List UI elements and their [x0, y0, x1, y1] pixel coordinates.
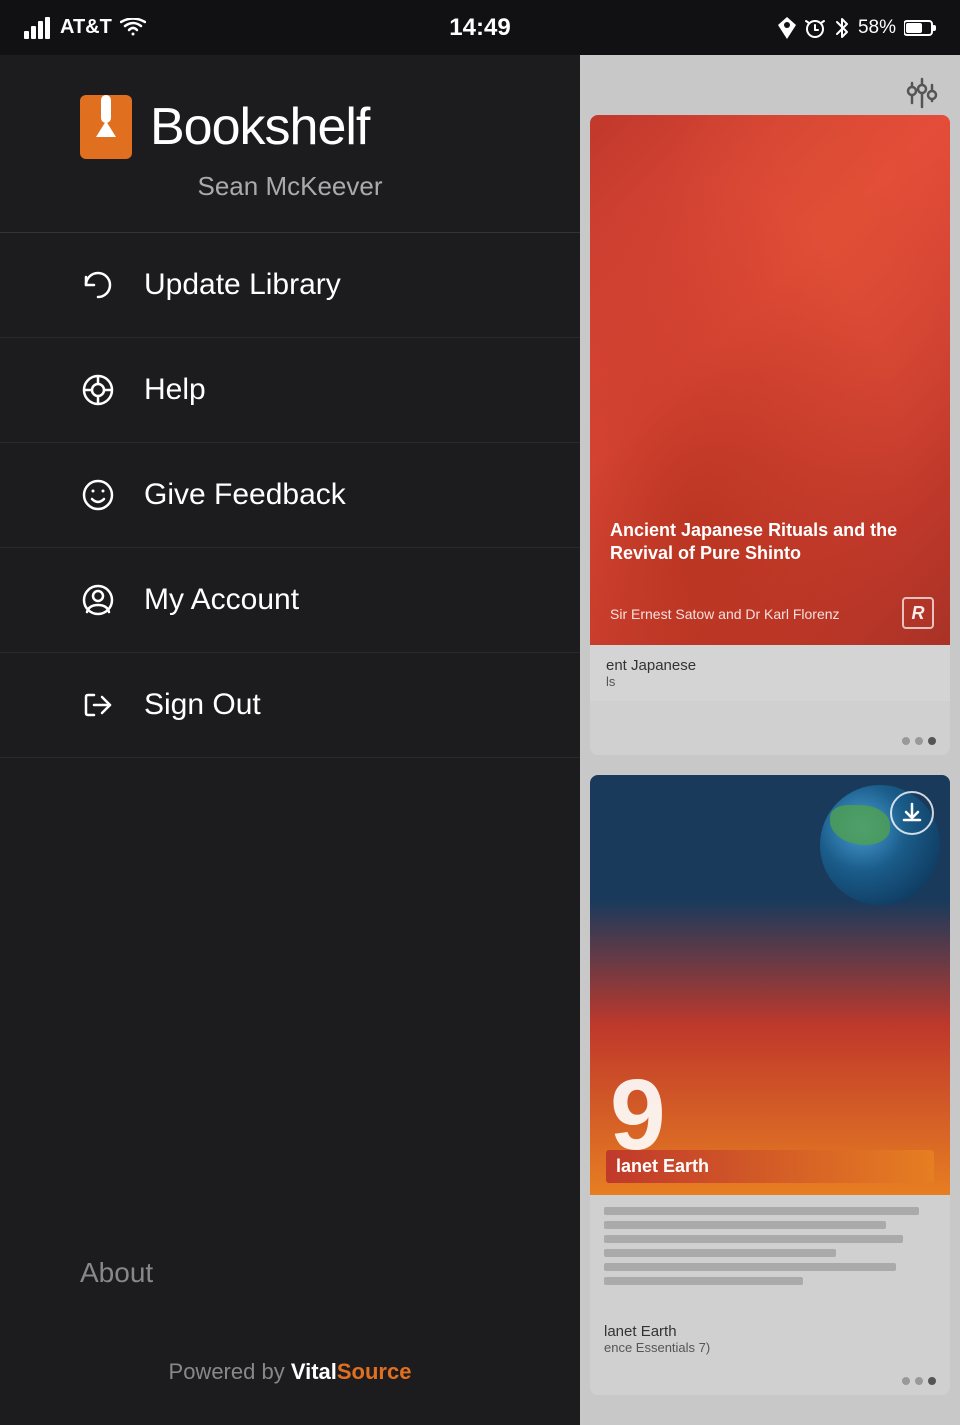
- book1-card-title: ent Japanese: [606, 657, 934, 674]
- book2-bottom-sub: ence Essentials 7): [604, 1340, 710, 1355]
- dot-1: [902, 737, 910, 745]
- content-line-2: [604, 1221, 886, 1229]
- app-title: Bookshelf: [150, 97, 369, 157]
- battery-icon: [904, 19, 936, 37]
- download-icon[interactable]: [890, 791, 934, 835]
- content-line-3: [604, 1235, 903, 1243]
- signal-icon: [24, 17, 52, 39]
- menu-item-help[interactable]: Help: [0, 338, 580, 443]
- update-library-label: Update Library: [144, 268, 341, 302]
- dot-2: [915, 737, 923, 745]
- book1-publisher: R: [902, 597, 934, 629]
- filter-icon[interactable]: [904, 75, 940, 111]
- app-title-row: Bookshelf: [80, 95, 500, 159]
- book1-card-subtitle: ls: [606, 674, 934, 689]
- app-logo: [80, 95, 132, 159]
- time-display: 14:49: [449, 14, 510, 42]
- book2-bottom-title: lanet Earth: [604, 1323, 710, 1340]
- dot2-2: [915, 1377, 923, 1385]
- sign-out-label: Sign Out: [144, 688, 261, 722]
- book2-dots: [902, 1377, 936, 1385]
- powered-by: Powered by VitalSource: [0, 1329, 580, 1425]
- drawer-menu: Bookshelf Sean McKeever Update Library: [0, 55, 580, 1425]
- status-left: AT&T: [24, 16, 146, 39]
- book-card-2[interactable]: 9 lanet Earth lanet Earth ence Essential…: [590, 775, 950, 1395]
- status-right: 58%: [778, 17, 936, 39]
- menu-item-sign-out[interactable]: Sign Out: [0, 653, 580, 758]
- location-icon: [778, 17, 796, 39]
- sign-out-icon: [80, 687, 116, 723]
- book1-title: Ancient Japanese Rituals and the Revival…: [610, 519, 930, 566]
- my-account-label: My Account: [144, 583, 299, 617]
- dot2-3: [928, 1377, 936, 1385]
- bluetooth-icon: [834, 17, 850, 39]
- book-cover-1: Ancient Japanese Rituals and the Revival…: [590, 115, 950, 645]
- app-header: Bookshelf Sean McKeever: [0, 55, 580, 233]
- dot2-1: [902, 1377, 910, 1385]
- earth-land: [830, 805, 890, 845]
- account-icon: [80, 582, 116, 618]
- book2-bottom: lanet Earth ence Essentials 7): [604, 1323, 710, 1355]
- content-line-6: [604, 1277, 803, 1285]
- book1-footer: ent Japanese ls: [590, 645, 950, 701]
- book2-planet-label: lanet Earth: [606, 1150, 934, 1183]
- carrier-label: AT&T: [60, 16, 112, 39]
- main-container: Bookshelf Sean McKeever Update Library: [0, 55, 960, 1425]
- menu-item-my-account[interactable]: My Account: [0, 548, 580, 653]
- content-line-5: [604, 1263, 896, 1271]
- content-line-4: [604, 1249, 836, 1257]
- refresh-icon: [80, 267, 116, 303]
- book-card-1[interactable]: Ancient Japanese Rituals and the Revival…: [590, 115, 950, 755]
- status-bar: AT&T 14:49 58%: [0, 0, 960, 55]
- battery-label: 58%: [858, 17, 896, 39]
- wifi-icon: [120, 18, 146, 38]
- menu-item-update-library[interactable]: Update Library: [0, 233, 580, 338]
- about-label: About: [80, 1257, 153, 1288]
- content-line-1: [604, 1207, 919, 1215]
- menu-item-give-feedback[interactable]: Give Feedback: [0, 443, 580, 548]
- book-cover-2: 9 lanet Earth: [590, 775, 950, 1195]
- book1-author: Sir Ernest Satow and Dr Karl Florenz: [610, 605, 930, 625]
- give-feedback-label: Give Feedback: [144, 478, 346, 512]
- help-label: Help: [144, 373, 206, 407]
- about-section: About: [0, 1217, 580, 1329]
- menu-items-list: Update Library Help: [0, 233, 580, 1217]
- feedback-icon: [80, 477, 116, 513]
- user-name: Sean McKeever: [80, 171, 500, 202]
- alarm-icon: [804, 17, 826, 39]
- book2-content: [590, 1195, 950, 1395]
- dot-3: [928, 737, 936, 745]
- help-icon: [80, 372, 116, 408]
- filter-area[interactable]: [904, 75, 940, 116]
- right-panel: Ancient Japanese Rituals and the Revival…: [580, 55, 960, 1425]
- book1-dots: [902, 737, 936, 745]
